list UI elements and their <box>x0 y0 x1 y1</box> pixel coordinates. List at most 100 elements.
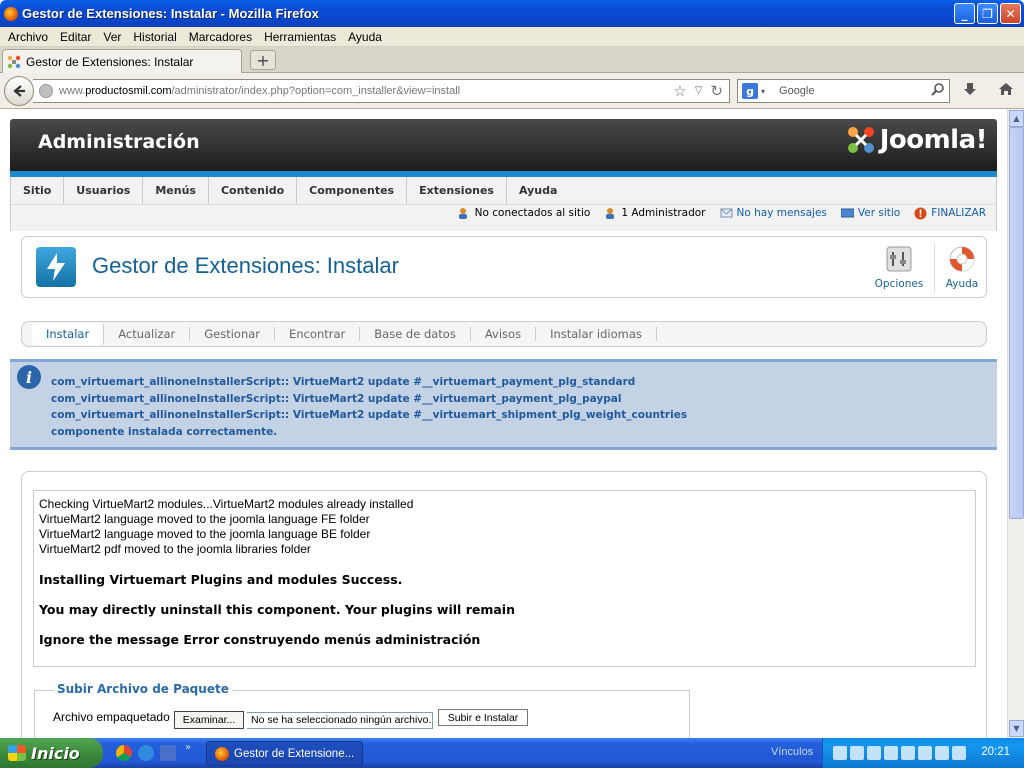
search-icon[interactable] <box>931 82 945 100</box>
extension-manager-icon <box>36 247 76 287</box>
status-view-site[interactable]: Ver sitio <box>840 207 900 219</box>
engine-dropdown-icon[interactable]: ▾ <box>761 87 765 96</box>
start-button[interactable]: Inicio <box>0 738 103 768</box>
close-button[interactable]: ✕ <box>1000 3 1021 24</box>
options-button[interactable]: Opciones <box>869 245 929 293</box>
menu-herramientas[interactable]: Herramientas <box>258 30 342 44</box>
file-status: No se ha seleccionado ningún archivo. <box>247 712 433 729</box>
status-offline-text: No conectados al sitio <box>474 207 591 219</box>
help-button[interactable]: Ayuda <box>932 245 992 293</box>
tab-avisos[interactable]: Avisos <box>471 327 537 341</box>
status-logout-text: FINALIZAR <box>931 207 986 219</box>
new-tab-button[interactable]: + <box>250 50 276 70</box>
tray-info-icon[interactable] <box>901 746 915 760</box>
menu-usuarios[interactable]: Usuarios <box>64 177 144 204</box>
users-icon <box>458 207 471 219</box>
help-label: Ayuda <box>945 278 979 290</box>
task-label: Gestor de Extensione... <box>234 747 355 760</box>
joomla-wordmark: Joomla! <box>879 125 988 155</box>
menu-menus[interactable]: Menús <box>143 177 209 204</box>
menu-sitio[interactable]: Sitio <box>11 177 65 204</box>
tab-instalar[interactable]: Instalar <box>32 323 105 345</box>
log-line: VirtueMart2 pdf moved to the joomla libr… <box>39 542 311 556</box>
status-logout[interactable]: FINALIZAR <box>914 207 986 220</box>
scroll-thumb[interactable] <box>1009 127 1024 519</box>
admin-menu-area: Sitio Usuarios Menús Contenido Component… <box>10 177 997 231</box>
page-toolbar: Gestor de Extensiones: Instalar Opciones… <box>21 236 987 298</box>
upload-install-button[interactable]: Subir e Instalar <box>438 709 528 726</box>
admin-user-icon <box>604 207 617 219</box>
tray-volume-icon[interactable] <box>918 746 932 760</box>
view-site-icon <box>840 207 855 219</box>
search-placeholder: Google <box>779 85 815 97</box>
minimize-button[interactable]: _ <box>954 3 975 24</box>
logout-icon <box>914 207 927 220</box>
upload-legend: Subir Archivo de Paquete <box>54 682 232 696</box>
status-messages[interactable]: No hay mensajes <box>720 207 827 219</box>
tray-network-icon[interactable] <box>833 746 847 760</box>
menu-extensiones[interactable]: Extensiones <box>407 177 507 204</box>
options-label: Opciones <box>874 278 924 290</box>
windows-taskbar: Inicio » Gestor de Extensione... Vínculo… <box>0 738 1024 768</box>
taskbar-firefox-window[interactable]: Gestor de Extensione... <box>206 741 363 766</box>
tab-instalar-idiomas[interactable]: Instalar idiomas <box>536 327 657 341</box>
bookmark-star-icon[interactable]: ☆ <box>673 82 686 100</box>
tray-connection-icon[interactable] <box>952 746 966 760</box>
show-desktop-icon[interactable] <box>160 745 176 761</box>
quicklaunch-expand-icon[interactable]: » <box>185 742 191 753</box>
internet-explorer-icon[interactable] <box>138 745 154 761</box>
page-title: Gestor de Extensiones: Instalar <box>92 253 399 278</box>
chrome-icon[interactable] <box>116 745 132 761</box>
downloads-icon[interactable] <box>962 81 978 101</box>
tab-actualizar[interactable]: Actualizar <box>104 327 191 341</box>
site-identity-icon[interactable] <box>39 84 53 98</box>
back-button[interactable] <box>4 76 34 106</box>
tray-security-icon[interactable] <box>884 746 898 760</box>
scroll-up-button[interactable]: ▲ <box>1009 110 1024 127</box>
menu-archivo[interactable]: Archivo <box>2 30 54 44</box>
message-line: com_virtuemart_allinoneInstallerScript::… <box>51 392 622 405</box>
menu-ver[interactable]: Ver <box>97 30 127 44</box>
windows-logo-icon <box>8 745 26 761</box>
log-heading: Ignore the message Error construyendo me… <box>39 632 481 647</box>
search-bar[interactable]: g ▾ Google <box>737 79 950 103</box>
tab-base-de-datos[interactable]: Base de datos <box>360 327 471 341</box>
links-toolbar[interactable]: Vínculos <box>771 746 813 758</box>
reload-icon[interactable]: ↻ <box>710 82 723 100</box>
browser-tab[interactable]: Gestor de Extensiones: Instalar <box>2 49 242 73</box>
log-lines: Checking VirtueMart2 modules...VirtueMar… <box>34 497 975 557</box>
menu-marcadores[interactable]: Marcadores <box>183 30 258 44</box>
history-dropdown-icon[interactable]: ▽ <box>695 85 703 100</box>
tab-gestionar[interactable]: Gestionar <box>190 327 276 341</box>
admin-title: Administración <box>38 131 200 153</box>
home-icon[interactable] <box>998 81 1014 101</box>
tray-power-icon[interactable] <box>935 746 949 760</box>
status-messages-text: No hay mensajes <box>736 207 827 219</box>
joomla-logo: Joomla! <box>846 125 988 155</box>
menu-ayuda-admin[interactable]: Ayuda <box>507 177 569 204</box>
back-arrow-icon <box>13 85 25 97</box>
menu-componentes[interactable]: Componentes <box>297 177 408 204</box>
browse-button[interactable]: Examinar... <box>174 711 244 729</box>
tray-search-icon[interactable] <box>850 746 864 760</box>
vertical-scrollbar[interactable]: ▲ ▼ <box>1007 109 1024 738</box>
menu-bar: Archivo Editar Ver Historial Marcadores … <box>0 27 1024 47</box>
tray-app-icon[interactable] <box>867 746 881 760</box>
menu-ayuda[interactable]: Ayuda <box>342 30 388 44</box>
menu-historial[interactable]: Historial <box>127 30 182 44</box>
maximize-button[interactable]: ❐ <box>977 3 998 24</box>
google-engine-icon[interactable]: g <box>742 83 758 99</box>
joomla-logo-icon <box>846 125 876 155</box>
scroll-down-button[interactable]: ▼ <box>1009 720 1024 737</box>
menu-editar[interactable]: Editar <box>54 30 97 44</box>
url-path: /administrator/index.php?option=com_inst… <box>171 85 461 97</box>
lifebuoy-help-icon <box>948 245 976 276</box>
status-admins-text: 1 Administrador <box>621 207 706 219</box>
url-text: www.productosmil.com/administrator/index… <box>59 85 460 97</box>
log-heading: Installing Virtuemart Plugins and module… <box>39 572 403 587</box>
url-bar[interactable]: www.productosmil.com/administrator/index… <box>33 79 730 103</box>
tab-encontrar[interactable]: Encontrar <box>275 327 361 341</box>
menu-contenido[interactable]: Contenido <box>209 177 298 204</box>
admin-status-bar: No conectados al sitio 1 Administrador N… <box>458 203 986 223</box>
install-log: Checking VirtueMart2 modules...VirtueMar… <box>33 490 976 667</box>
